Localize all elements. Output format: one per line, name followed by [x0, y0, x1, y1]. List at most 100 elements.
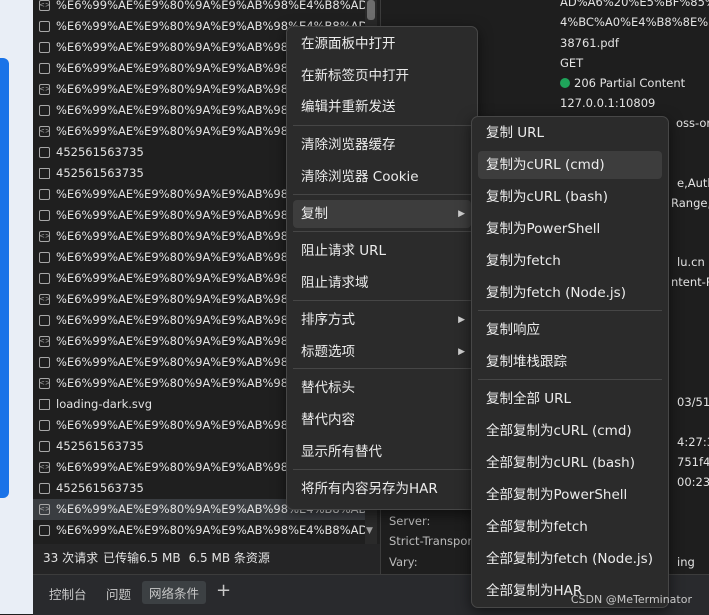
copy-submenu: 复制 URL 复制为cURL (cmd) 复制为cURL (bash) 复制为Powe… [471, 116, 669, 608]
tab-console[interactable]: 控制台 [49, 584, 87, 603]
context-menu-item-label: 在源面板中打开 [301, 36, 396, 52]
status-text: 206 Partial Content [574, 76, 686, 90]
context-menu-item[interactable]: 编辑并重新发送 [293, 93, 471, 121]
context-menu-item[interactable]: 标题选项 ▶ [293, 338, 471, 366]
request-name: 452561563735 [56, 145, 144, 159]
context-menu-item-label: 将所有内容另存为HAR [301, 481, 438, 497]
tab-issues[interactable]: 问题 [106, 584, 131, 603]
menu-separator [478, 379, 662, 380]
menu-separator [293, 194, 471, 195]
context-menu-item-label: 编辑并重新发送 [301, 99, 396, 115]
document-icon [39, 399, 50, 410]
copy-submenu-item[interactable]: 复制为PowerShell [478, 215, 662, 243]
copy-submenu-item[interactable]: 全部复制为fetch (Node.js) [478, 545, 662, 573]
detail-status: 206 Partial Content [560, 76, 685, 90]
transferred-size: 已传输6.5 MB [103, 551, 181, 565]
context-menu-item[interactable]: 显示所有替代 [293, 438, 471, 466]
checkbox-icon [39, 105, 50, 116]
code-icon [39, 499, 51, 520]
context-menu-item[interactable]: 清除浏览器 Cookie [293, 163, 471, 191]
code-icon [39, 121, 51, 142]
context-menu-item[interactable]: 排序方式 ▶ [293, 306, 471, 334]
copy-submenu-item-label: 复制为PowerShell [486, 221, 601, 237]
request-name: 452561563735 [56, 166, 144, 180]
header-fragment: ntent-Ran [671, 275, 709, 289]
copy-submenu-item[interactable]: 全部复制为cURL (cmd) [478, 417, 662, 445]
checkbox-icon [39, 357, 50, 368]
context-menu-item-label: 阻止请求 URL [301, 243, 387, 259]
detail-filename: 38761.pdf [560, 36, 619, 50]
code-icon [39, 373, 51, 394]
context-menu-item[interactable]: 复制 ▶ [293, 200, 471, 228]
copy-submenu-item[interactable]: 复制为fetch (Node.js) [478, 279, 662, 307]
detail-cross-origin: oss-origi [676, 116, 709, 130]
request-name: loading-dark.svg [56, 397, 152, 411]
header-key-vary: Vary: [389, 555, 418, 569]
copy-submenu-item-label: 复制响应 [486, 322, 540, 338]
code-icon [39, 331, 51, 352]
menu-separator [293, 125, 471, 126]
context-menu-item-label: 在新标签页中打开 [301, 68, 409, 84]
checkbox-icon [39, 420, 50, 431]
copy-submenu-item-label: 复制 URL [486, 125, 545, 141]
request-row[interactable]: %E6%99%AE%E9%80%9A%E9%AB%98%E4%B8%AD%E..… [33, 520, 368, 541]
context-menu: 在源面板中打开 在新标签页中打开 编辑并重新发送清除浏览器缓存 清除浏览器 Cooki… [286, 26, 478, 510]
detail-method: GET [560, 56, 584, 70]
context-menu-item[interactable]: 替代标头 [293, 374, 471, 402]
network-status-bar: 33 次请求 已传输6.5 MB 6.5 MB 条资源 [33, 544, 380, 574]
code-icon [39, 457, 51, 478]
copy-submenu-item-label: 全部复制为HAR [486, 583, 583, 599]
menu-separator [293, 368, 471, 369]
copy-submenu-item[interactable]: 复制为cURL (cmd) [478, 151, 662, 179]
copy-submenu-item[interactable]: 复制堆栈跟踪 [478, 348, 662, 376]
copy-submenu-item[interactable]: 复制为fetch [478, 247, 662, 275]
copy-submenu-item[interactable]: 全部复制为PowerShell [478, 481, 662, 509]
copy-submenu-item[interactable]: 复制响应 [478, 316, 662, 344]
header-key-server: Server: [389, 514, 431, 528]
detail-remote-address: 127.0.0.1:10809 [560, 96, 656, 110]
request-row[interactable]: %E6%99%AE%E9%80%9A%E9%AB%98%E4%B8%AD%E..… [33, 0, 368, 16]
add-tab-button[interactable]: + [216, 580, 231, 601]
context-menu-item-label: 标题选项 [301, 344, 355, 360]
context-menu-item-label: 阻止请求域 [301, 275, 369, 291]
resources-size: 6.5 MB 条资源 [188, 551, 270, 565]
browser-left-edge [0, 0, 33, 614]
detail-url-line-2: 4%BC%A0%E4%B8%8E%E8 [560, 15, 709, 29]
copy-submenu-item-label: 复制为cURL (bash) [486, 189, 608, 205]
copy-submenu-item-label: 全部复制为fetch [486, 519, 588, 535]
context-menu-item[interactable]: 在源面板中打开 [293, 30, 471, 58]
header-key-strict-transport: Strict-Transport- [389, 534, 481, 548]
status-dot-icon [560, 78, 570, 88]
code-icon [39, 226, 51, 247]
menu-separator [293, 300, 471, 301]
checkbox-icon [39, 147, 50, 158]
copy-submenu-item-label: 全部复制为cURL (bash) [486, 455, 635, 471]
checkbox-icon [39, 273, 50, 284]
context-menu-item[interactable]: 阻止请求域 [293, 269, 471, 297]
copy-submenu-item[interactable]: 全部复制为cURL (bash) [478, 449, 662, 477]
context-menu-item-label: 排序方式 [301, 312, 355, 328]
code-icon [39, 289, 51, 310]
tab-network-conditions[interactable]: 网络条件 [142, 581, 207, 604]
context-menu-item[interactable]: 替代内容 [293, 406, 471, 434]
context-menu-item[interactable]: 在新标签页中打开 [293, 62, 471, 90]
menu-separator [293, 231, 471, 232]
context-menu-item[interactable]: 阻止请求 URL [293, 237, 471, 265]
checkbox-icon [39, 252, 50, 263]
context-menu-item-label: 复制 [301, 206, 328, 222]
copy-submenu-item-label: 复制堆栈跟踪 [486, 354, 567, 370]
document-icon [39, 168, 50, 179]
scroll-down-arrow-icon[interactable]: ▼ [366, 526, 373, 536]
copy-submenu-item-label: 复制为fetch (Node.js) [486, 285, 626, 301]
copy-submenu-item-label: 全部复制为cURL (cmd) [486, 423, 632, 439]
copy-submenu-item[interactable]: 复制为cURL (bash) [478, 183, 662, 211]
copy-submenu-item[interactable]: 全部复制为fetch [478, 513, 662, 541]
copy-submenu-item[interactable]: 复制 URL [478, 119, 662, 147]
context-menu-item[interactable]: 将所有内容另存为HAR [293, 475, 471, 503]
scrollbar-thumb[interactable] [367, 0, 375, 20]
context-menu-item[interactable]: 清除浏览器缓存 [293, 131, 471, 159]
checkbox-icon [39, 441, 50, 452]
copy-submenu-item-label: 复制为fetch [486, 253, 561, 269]
request-name: 452561563735 [56, 481, 144, 495]
copy-submenu-item[interactable]: 复制全部 URL [478, 385, 662, 413]
